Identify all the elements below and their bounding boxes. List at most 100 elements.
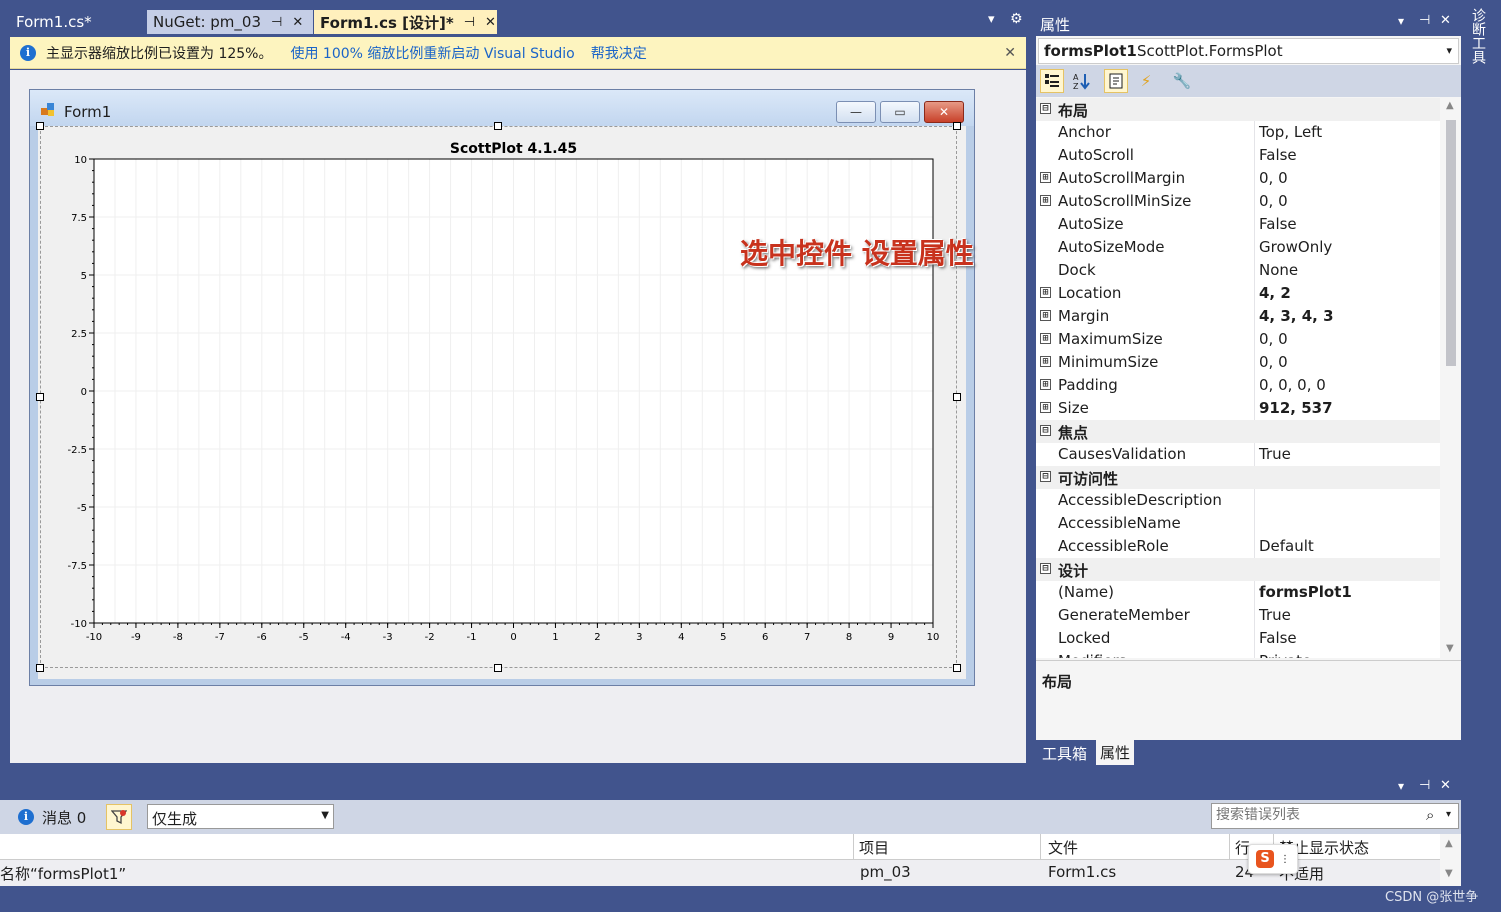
property-row[interactable]: AutoScroll False [1036,144,1440,167]
property-row[interactable]: AccessibleDescription [1036,489,1440,512]
property-row[interactable]: ⊞ MinimumSize 0, 0 [1036,351,1440,374]
property-row[interactable]: ⊞ MaximumSize 0, 0 [1036,328,1440,351]
restart-link[interactable]: 使用 100% 缩放比例重新启动 Visual Studio [290,43,574,63]
property-value[interactable]: Top, Left [1259,123,1322,141]
alphabetical-icon[interactable]: AZ [1070,69,1094,93]
collapse-icon[interactable]: ⊟ [1040,563,1051,574]
property-value[interactable]: None [1259,261,1298,279]
chevron-down-icon[interactable]: ▾ [1446,44,1452,57]
properties-icon[interactable] [1104,69,1128,93]
tab-properties[interactable]: 属性 [1096,740,1135,765]
messages-filter-button[interactable]: i 消息 0 [18,806,86,828]
property-value[interactable]: False [1259,146,1297,164]
pin-icon[interactable]: ⊣ [271,15,282,30]
property-value[interactable]: 0, 0, 0, 0 [1259,376,1326,394]
ime-sogou-icon[interactable]: S ⋮ [1248,844,1298,874]
error-list-scrollbar[interactable]: ▲ ▼ [1440,834,1461,886]
tab-form1-cs[interactable]: Form1.cs* [10,10,146,34]
resize-handle-e[interactable] [953,393,961,401]
property-value[interactable]: 4, 3, 4, 3 [1259,307,1334,325]
expand-icon[interactable]: ⊞ [1040,310,1051,321]
resize-handle-nw[interactable] [36,122,44,130]
tab-settings-icon[interactable]: ⚙ [1010,11,1023,27]
collapse-icon[interactable]: ⊟ [1040,103,1051,114]
property-value[interactable]: 0, 0 [1259,353,1288,371]
tab-nuget[interactable]: NuGet: pm_03 ⊣ ✕ [147,10,313,34]
property-row[interactable]: AccessibleName [1036,512,1440,535]
expand-icon[interactable]: ⊞ [1040,333,1051,344]
collapse-icon[interactable]: ⊟ [1040,471,1051,482]
resize-handle-sw[interactable] [36,664,44,672]
property-value[interactable]: True [1259,606,1291,624]
property-value[interactable]: 0, 0 [1259,192,1288,210]
table-row[interactable]: 名称“formsPlot1” pm_03 Form1.cs 24 不适用 [0,860,1440,886]
collapse-icon[interactable]: ⊟ [1040,425,1051,436]
property-value[interactable]: 912, 537 [1259,399,1333,417]
object-selector[interactable]: formsPlot1 ScottPlot.FormsPlot ▾ [1038,38,1459,64]
categorized-icon[interactable] [1040,69,1064,93]
filter-toggle-icon[interactable] [106,804,132,830]
expand-icon[interactable]: ⊞ [1040,402,1051,413]
scroll-up-icon[interactable]: ▲ [1445,838,1453,849]
property-value[interactable]: False [1259,215,1297,233]
property-value[interactable]: 0, 0 [1259,169,1288,187]
pin-icon[interactable]: ⊣ [464,15,475,30]
property-value[interactable]: Default [1259,537,1314,555]
property-row[interactable]: ⊞ Margin 4, 3, 4, 3 [1036,305,1440,328]
property-row[interactable]: ⊞ Padding 0, 0, 0, 0 [1036,374,1440,397]
resize-handle-w[interactable] [36,393,44,401]
col-header-project[interactable]: 项目 [859,837,889,858]
property-value[interactable]: True [1259,445,1291,463]
scroll-down-icon[interactable]: ▼ [1445,868,1453,879]
form-title-bar[interactable]: Form1 — ▭ ✕ [30,90,974,126]
chevron-down-icon[interactable]: ▾ [1446,809,1451,820]
property-category[interactable]: ⊟ 可访问性 [1036,466,1440,489]
property-row[interactable]: AutoSizeMode GrowOnly [1036,236,1440,259]
error-search-box[interactable]: ⌕ ▾ [1211,803,1459,829]
resize-handle-n[interactable] [494,122,502,130]
property-category[interactable]: ⊟ 布局 [1036,98,1440,121]
property-value[interactable]: False [1259,629,1297,647]
property-row[interactable]: ⊞ AutoScrollMinSize 0, 0 [1036,190,1440,213]
property-value[interactable]: formsPlot1 [1259,583,1352,601]
tab-toolbox[interactable]: 工具箱 [1038,742,1091,765]
close-icon[interactable]: ✕ [1440,778,1451,793]
col-header-file[interactable]: 文件 [1048,837,1078,858]
expand-icon[interactable]: ⊞ [1040,379,1051,390]
scroll-thumb[interactable] [1446,120,1456,366]
tab-form1-designer[interactable]: Form1.cs [设计]* ⊣ ✕ [314,10,497,34]
dropdown-icon[interactable]: ▾ [1398,779,1404,793]
side-tab-diagnostics[interactable]: 诊断工具 [1468,8,1488,64]
property-grid-scrollbar[interactable]: ▲ ▼ [1441,98,1461,658]
formsplot-control[interactable]: -10 -9 -8 -7 -6 -5 -4 -3 -2 -1 0 1 2 3 4 5 6 7 8 9 10 10 7.5 5 2… [40,126,957,668]
property-row[interactable]: ⊞ Location 4, 2 [1036,282,1440,305]
property-row[interactable]: ⊞ AutoScrollMargin 0, 0 [1036,167,1440,190]
expand-icon[interactable]: ⊞ [1040,195,1051,206]
build-filter-select[interactable]: 仅生成 ▼ [147,804,334,829]
decide-link[interactable]: 帮我决定 [591,43,647,63]
error-search-input[interactable] [1216,807,1416,823]
property-row[interactable]: AccessibleRole Default [1036,535,1440,558]
events-icon[interactable]: ⚡ [1134,69,1158,93]
resize-handle-se[interactable] [953,664,961,672]
scroll-down-icon[interactable]: ▼ [1446,643,1454,654]
resize-handle-ne[interactable] [953,122,961,130]
tab-overflow-icon[interactable]: ▾ [988,12,995,27]
maximize-button[interactable]: ▭ [880,101,920,123]
infobar-close-icon[interactable]: ✕ [1004,45,1016,61]
pin-icon[interactable]: ⊣ [1419,13,1430,28]
close-icon[interactable]: ✕ [292,15,303,30]
form-close-button[interactable]: ✕ [924,101,964,123]
property-row[interactable]: ⊞ Size 912, 537 [1036,397,1440,420]
property-row[interactable]: Modifiers Private [1036,650,1440,658]
close-icon[interactable]: ✕ [1440,13,1451,28]
dropdown-icon[interactable]: ▾ [1398,14,1404,28]
property-value[interactable]: 0, 0 [1259,330,1288,348]
expand-icon[interactable]: ⊞ [1040,356,1051,367]
property-value[interactable]: GrowOnly [1259,238,1332,256]
property-row[interactable]: AutoSize False [1036,213,1440,236]
property-row[interactable]: GenerateMember True [1036,604,1440,627]
property-row[interactable]: CausesValidation True [1036,443,1440,466]
close-icon[interactable]: ✕ [485,15,496,30]
property-row[interactable]: Locked False [1036,627,1440,650]
